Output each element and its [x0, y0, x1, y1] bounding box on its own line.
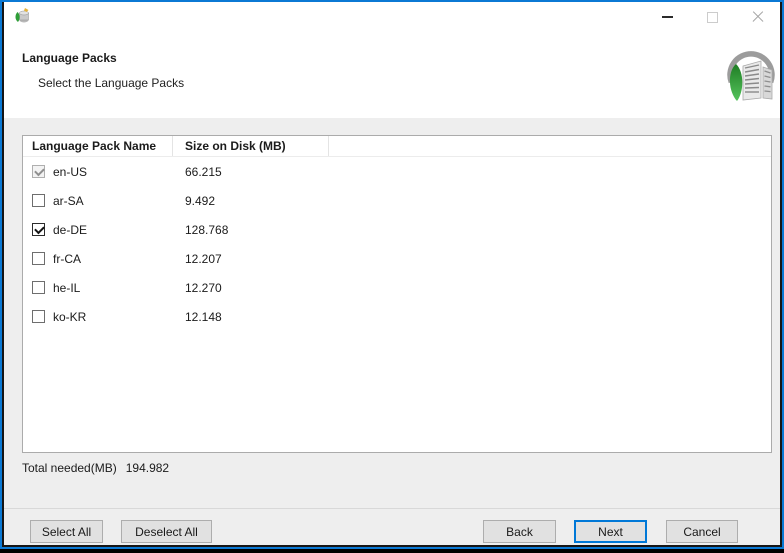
- checkbox-he-il[interactable]: [32, 281, 45, 294]
- size-value: 12.148: [173, 310, 222, 324]
- page-title: Language Packs: [22, 51, 117, 65]
- list-item-de-de[interactable]: de-DE 128.768: [23, 215, 771, 244]
- window-edge-left: [2, 2, 4, 547]
- list-item-ko-kr[interactable]: ko-KR 12.148: [23, 302, 771, 331]
- total-needed: Total needed(MB) 194.982: [22, 461, 169, 475]
- titlebar: [2, 2, 782, 32]
- close-button[interactable]: [735, 2, 780, 32]
- next-button[interactable]: Next: [574, 520, 647, 543]
- size-value: 128.768: [173, 223, 228, 237]
- list-item-en-us[interactable]: en-US 66.215: [23, 157, 771, 186]
- list-item-he-il[interactable]: he-IL 12.270: [23, 273, 771, 302]
- language-label: en-US: [53, 165, 87, 179]
- checkbox-de-de[interactable]: [32, 223, 45, 236]
- maximize-icon: [707, 12, 718, 23]
- checkbox-en-us: [32, 165, 45, 178]
- column-header-name: Language Pack Name: [23, 136, 173, 156]
- list-item-ar-sa[interactable]: ar-SA 9.492: [23, 186, 771, 215]
- size-value: 12.270: [173, 281, 222, 295]
- language-label: he-IL: [53, 281, 80, 295]
- window-edge-right: [780, 2, 782, 547]
- list-item-fr-ca[interactable]: fr-CA 12.207: [23, 244, 771, 273]
- language-packs-dialog: Language Packs Select the Language Packs: [0, 0, 784, 549]
- language-label: de-DE: [53, 223, 87, 237]
- column-header-size: Size on Disk (MB): [173, 136, 329, 156]
- window-controls: [645, 2, 780, 32]
- total-needed-value: 194.982: [126, 461, 169, 475]
- list-header: Language Pack Name Size on Disk (MB): [23, 136, 771, 157]
- cancel-button[interactable]: Cancel: [666, 520, 738, 543]
- deselect-all-button[interactable]: Deselect All: [121, 520, 212, 543]
- language-pack-list: Language Pack Name Size on Disk (MB) en-…: [22, 135, 772, 453]
- total-needed-label: Total needed(MB): [22, 461, 117, 475]
- close-icon: [751, 10, 765, 24]
- language-label: ko-KR: [53, 310, 86, 324]
- minimize-icon: [662, 16, 673, 18]
- wizard-header: Language Packs Select the Language Packs: [2, 32, 782, 118]
- setup-logo-icon: [724, 44, 778, 104]
- size-value: 12.207: [173, 252, 222, 266]
- minimize-button[interactable]: [645, 2, 690, 32]
- page-subtitle: Select the Language Packs: [38, 76, 184, 90]
- checkbox-ko-kr[interactable]: [32, 310, 45, 323]
- app-icon: [14, 8, 30, 24]
- maximize-button: [690, 2, 735, 32]
- footer-divider: [2, 508, 782, 509]
- checkbox-ar-sa[interactable]: [32, 194, 45, 207]
- window-edge-bottom: [2, 545, 782, 547]
- back-button[interactable]: Back: [483, 520, 556, 543]
- size-value: 66.215: [173, 165, 222, 179]
- language-label: ar-SA: [53, 194, 84, 208]
- select-all-button[interactable]: Select All: [30, 520, 103, 543]
- size-value: 9.492: [173, 194, 215, 208]
- language-label: fr-CA: [53, 252, 81, 266]
- checkbox-fr-ca[interactable]: [32, 252, 45, 265]
